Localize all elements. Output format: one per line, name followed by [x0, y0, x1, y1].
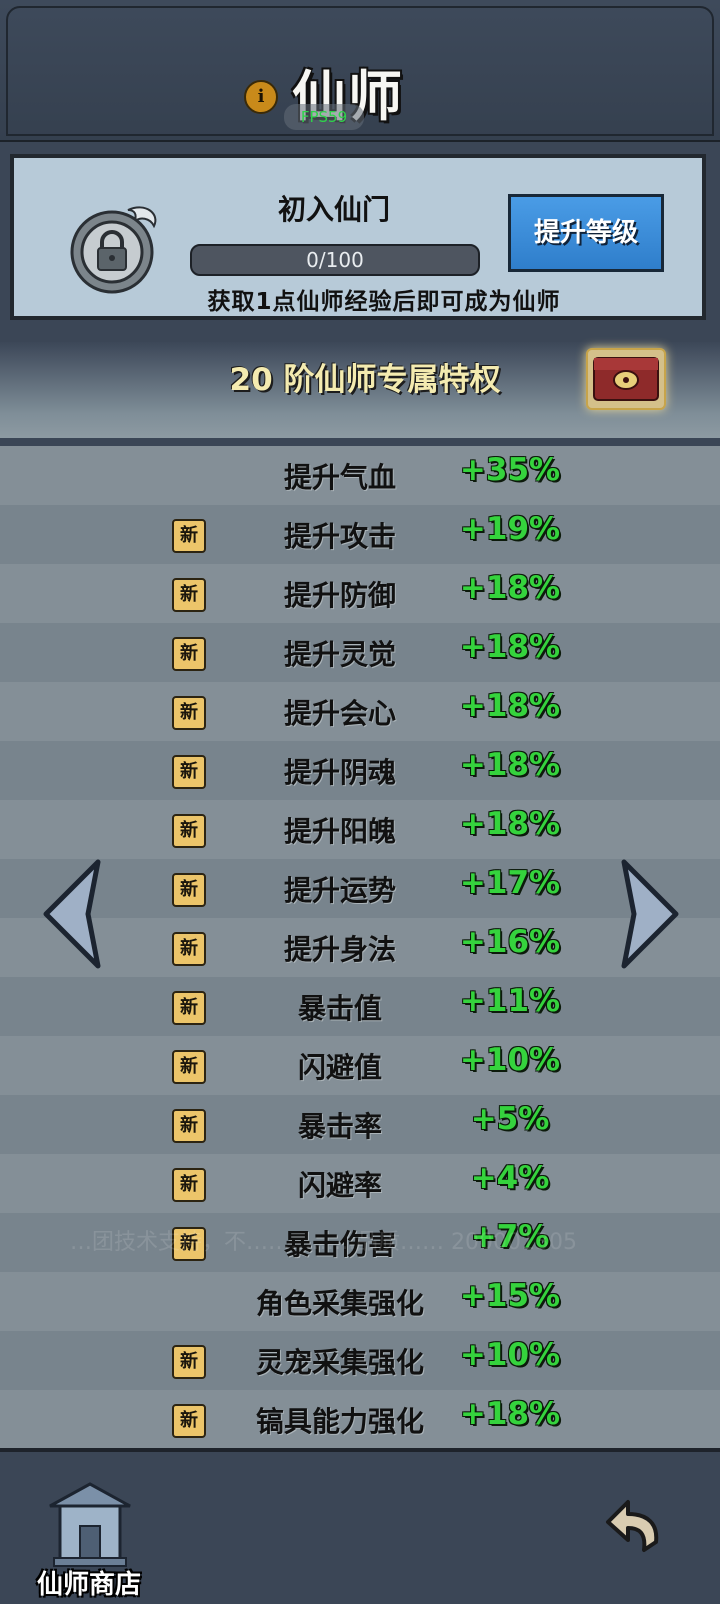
stat-name: 提升身法: [283, 933, 396, 966]
stat-value: +16%: [459, 924, 561, 960]
stat-value: +18%: [459, 747, 561, 783]
stat-value: +10%: [459, 1042, 561, 1078]
stat-value: +35%: [459, 452, 561, 488]
stat-row: 新 提升会心 +18%: [0, 682, 720, 741]
upgrade-hint: 获取1点仙师经验后即可成为仙师: [207, 289, 561, 315]
stat-name: 镐具能力强化: [255, 1405, 424, 1438]
new-badge: 新: [172, 637, 206, 671]
fps-label: FPS59: [284, 104, 364, 130]
stat-row: 角色采集强化 +15%: [0, 1272, 720, 1331]
stat-row: 新 提升防御 +18%: [0, 564, 720, 623]
stat-value: +18%: [459, 570, 561, 606]
stat-name: 暴击率: [297, 1110, 382, 1143]
stat-name: 提升阴魂: [283, 756, 396, 789]
stat-value: +18%: [459, 1396, 561, 1432]
stat-row: 新 灵宠采集强化 +10%: [0, 1331, 720, 1390]
stat-value: +19%: [459, 511, 561, 547]
stat-value: +18%: [459, 806, 561, 842]
top-frame: i 仙师 FPS59: [0, 0, 720, 143]
stat-name: 角色采集强化: [255, 1287, 424, 1320]
stat-row: 新 提升阳魄 +18%: [0, 800, 720, 859]
new-badge: 新: [172, 1050, 206, 1084]
stat-name: 提升防御: [283, 579, 396, 612]
stat-name: 提升阳魄: [283, 815, 396, 848]
exp-progress-bar: 0/100: [190, 244, 480, 276]
stat-row: 新 闪避率 +4%: [0, 1154, 720, 1213]
new-badge: 新: [172, 1404, 206, 1438]
privilege-header: 20 阶仙师专属特权: [0, 342, 720, 438]
stat-name: 提升攻击: [283, 520, 396, 553]
stat-value: +10%: [459, 1337, 561, 1373]
stat-row: 新 提升阴魂 +18%: [0, 741, 720, 800]
new-badge: 新: [172, 814, 206, 848]
stat-value: +18%: [459, 688, 561, 724]
previous-page-arrow-icon[interactable]: [40, 858, 110, 970]
stat-row: 提升气血 +35%: [0, 446, 720, 505]
stat-row: 新 闪避值 +10%: [0, 1036, 720, 1095]
new-badge: 新: [172, 755, 206, 789]
stat-value: +18%: [459, 629, 561, 665]
stat-row: 新 暴击值 +11%: [0, 977, 720, 1036]
watermark: …团技术支持，不……………品质…… 200001305: [70, 1230, 577, 1255]
new-badge: 新: [172, 1109, 206, 1143]
info-icon[interactable]: i: [244, 80, 278, 114]
stat-name: 闪避率: [297, 1169, 382, 1202]
privilege-title: 20 阶仙师专属特权: [229, 362, 501, 398]
exp-progress-text: 0/100: [306, 248, 364, 272]
level-card: 初入仙门 0/100 提升等级 获取1点仙师经验后即可成为仙师: [10, 154, 706, 320]
new-badge: 新: [172, 519, 206, 553]
bottom-bar: 仙师商店: [0, 1448, 720, 1604]
rank-name: 初入仙门: [277, 193, 390, 226]
treasure-chest-icon[interactable]: [586, 348, 666, 410]
upgrade-level-button[interactable]: 提升等级: [508, 194, 664, 272]
stat-name: 灵宠采集强化: [255, 1346, 424, 1379]
pavilion-icon: [49, 1482, 131, 1567]
stat-row: 新 提升灵觉 +18%: [0, 623, 720, 682]
shop-label: 仙师商店: [36, 1570, 141, 1600]
stat-name: 提升运势: [283, 874, 396, 907]
new-badge: 新: [172, 873, 206, 907]
stat-value: +17%: [459, 865, 561, 901]
new-badge: 新: [172, 696, 206, 730]
stat-value: +15%: [459, 1278, 561, 1314]
stat-value: +11%: [459, 983, 561, 1019]
stat-name: 提升灵觉: [283, 638, 396, 671]
new-badge: 新: [172, 1345, 206, 1379]
stat-row: 新 镐具能力强化 +18%: [0, 1390, 720, 1449]
new-badge: 新: [172, 991, 206, 1025]
return-arrow-icon[interactable]: [598, 1492, 666, 1560]
new-badge: 新: [172, 932, 206, 966]
stat-name: 暴击值: [297, 992, 382, 1025]
stat-value: +5%: [470, 1101, 550, 1137]
stat-name: 闪避值: [297, 1051, 382, 1084]
new-badge: 新: [172, 578, 206, 612]
level-panel: 初入仙门 0/100 提升等级 获取1点仙师经验后即可成为仙师: [0, 142, 720, 342]
next-page-arrow-icon[interactable]: [612, 858, 682, 970]
shop-button[interactable]: 仙师商店: [24, 1480, 154, 1604]
stat-row: 新 提升攻击 +19%: [0, 505, 720, 564]
stat-name: 提升气血: [283, 461, 396, 494]
new-badge: 新: [172, 1168, 206, 1202]
stat-name: 提升会心: [283, 697, 396, 730]
stat-row: 新 暴击率 +5%: [0, 1095, 720, 1154]
stat-value: +4%: [470, 1160, 550, 1196]
